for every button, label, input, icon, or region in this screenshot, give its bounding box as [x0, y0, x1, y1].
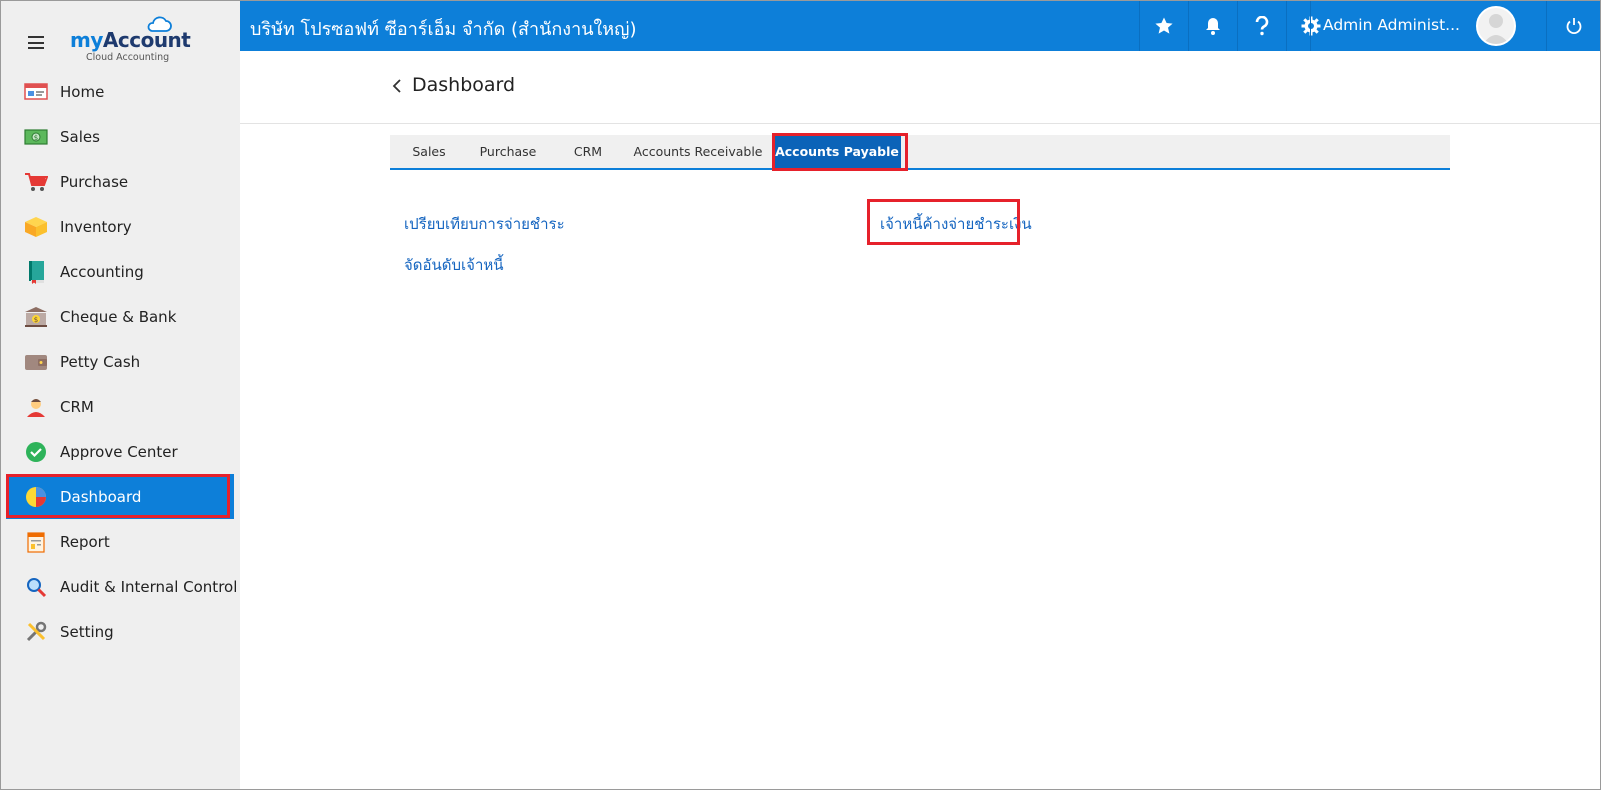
svg-text:$: $ — [34, 134, 38, 142]
pie-chart-icon — [24, 485, 48, 509]
person-icon — [24, 395, 48, 419]
sidebar-item-label: CRM — [60, 397, 94, 416]
sidebar-item-inventory[interactable]: Inventory — [0, 204, 240, 249]
sidebar-item-report[interactable]: Report — [0, 519, 240, 564]
tab-crm[interactable]: CRM — [548, 135, 628, 168]
logo-wordmark: myAccount — [70, 28, 191, 52]
sidebar-item-label: Cheque & Bank — [60, 307, 177, 326]
brand-area: myAccount Cloud Accounting — [0, 0, 240, 72]
sidebar-item-label: Report — [60, 532, 110, 551]
magnifier-icon — [24, 575, 48, 599]
sidebar-nav: Home $ Sales Purchase Inventory Accounti… — [0, 69, 240, 654]
avatar — [1476, 6, 1516, 46]
sidebar-item-label: Dashboard — [60, 487, 142, 506]
logout-button[interactable] — [1546, 0, 1601, 51]
tools-icon — [24, 620, 48, 644]
logo-subtitle: Cloud Accounting — [86, 52, 170, 63]
sidebar-item-label: Audit & Internal Control — [60, 577, 238, 596]
sidebar-item-petty-cash[interactable]: Petty Cash — [0, 339, 240, 384]
tab-accounts-payable[interactable]: Accounts Payable — [773, 135, 901, 168]
sidebar-item-approve-center[interactable]: Approve Center — [0, 429, 240, 474]
rank-creditors-link[interactable]: จัดอันดับเจ้าหนี้ — [404, 253, 504, 277]
sidebar-item-audit[interactable]: Audit & Internal Control — [0, 564, 240, 609]
page-header: Dashboard — [240, 51, 1601, 124]
notifications-button[interactable] — [1188, 0, 1237, 51]
compare-payment-link[interactable]: เปรียบเทียบการจ่ายชำระ — [404, 212, 565, 236]
sidebar-item-dashboard[interactable]: Dashboard — [6, 474, 234, 519]
sidebar-item-label: Approve Center — [60, 442, 178, 461]
tab-sales[interactable]: Sales — [390, 135, 468, 168]
report-icon — [24, 530, 48, 554]
sidebar-item-label: Home — [60, 82, 105, 101]
tab-accounts-receivable[interactable]: Accounts Receivable — [628, 135, 768, 168]
bell-icon — [1206, 17, 1220, 35]
check-circle-icon — [24, 440, 48, 464]
wallet-icon — [24, 350, 48, 374]
sidebar-item-label: Setting — [60, 622, 114, 641]
outstanding-payables-link[interactable]: เจ้าหนี้ค้างจ่ายชำระเงิน — [880, 212, 1032, 236]
tab-purchase[interactable]: Purchase — [468, 135, 548, 168]
user-menu[interactable]: Admin Administ... — [1310, 0, 1546, 51]
power-icon — [1566, 17, 1582, 34]
company-name: บริษัท โปรซอฟท์ ซีอาร์เอ็ม จำกัด (สำนักง… — [250, 19, 637, 40]
sidebar: myAccount Cloud Accounting Home $ Sales … — [0, 0, 240, 790]
sidebar-item-crm[interactable]: CRM — [0, 384, 240, 429]
sidebar-item-accounting[interactable]: Accounting — [0, 249, 240, 294]
sidebar-item-label: Accounting — [60, 262, 144, 281]
sidebar-item-label: Inventory — [60, 217, 132, 236]
sidebar-item-setting[interactable]: Setting — [0, 609, 240, 654]
sidebar-item-cheque-bank[interactable]: $ Cheque & Bank — [0, 294, 240, 339]
page-title: Dashboard — [412, 74, 516, 96]
box-icon — [24, 215, 48, 239]
sidebar-item-label: Petty Cash — [60, 352, 141, 371]
sidebar-item-purchase[interactable]: Purchase — [0, 159, 240, 204]
hamburger-menu-icon[interactable] — [28, 36, 44, 49]
sidebar-item-sales[interactable]: $ Sales — [0, 114, 240, 159]
dashboard-tabs: Sales Purchase CRM Accounts Receivable A… — [390, 135, 1450, 170]
svg-text:$: $ — [34, 316, 38, 324]
cart-icon — [24, 170, 48, 194]
sales-money-icon: $ — [24, 125, 48, 149]
user-name: Admin Administ... — [1323, 16, 1460, 34]
ledger-book-icon — [24, 260, 48, 284]
sidebar-item-label: Purchase — [60, 172, 129, 191]
chevron-left-icon[interactable] — [390, 78, 404, 94]
help-button[interactable] — [1237, 0, 1286, 51]
bank-icon: $ — [24, 305, 48, 329]
star-icon — [1155, 17, 1173, 34]
home-icon — [24, 80, 48, 104]
sidebar-item-label: Sales — [60, 127, 100, 146]
favorites-button[interactable] — [1139, 0, 1188, 51]
logo: myAccount Cloud Accounting — [70, 12, 191, 66]
sidebar-item-home[interactable]: Home — [0, 69, 240, 114]
top-bar: บริษัท โปรซอฟท์ ซีอาร์เอ็ม จำกัด (สำนักง… — [240, 0, 1601, 51]
question-icon — [1255, 15, 1269, 35]
